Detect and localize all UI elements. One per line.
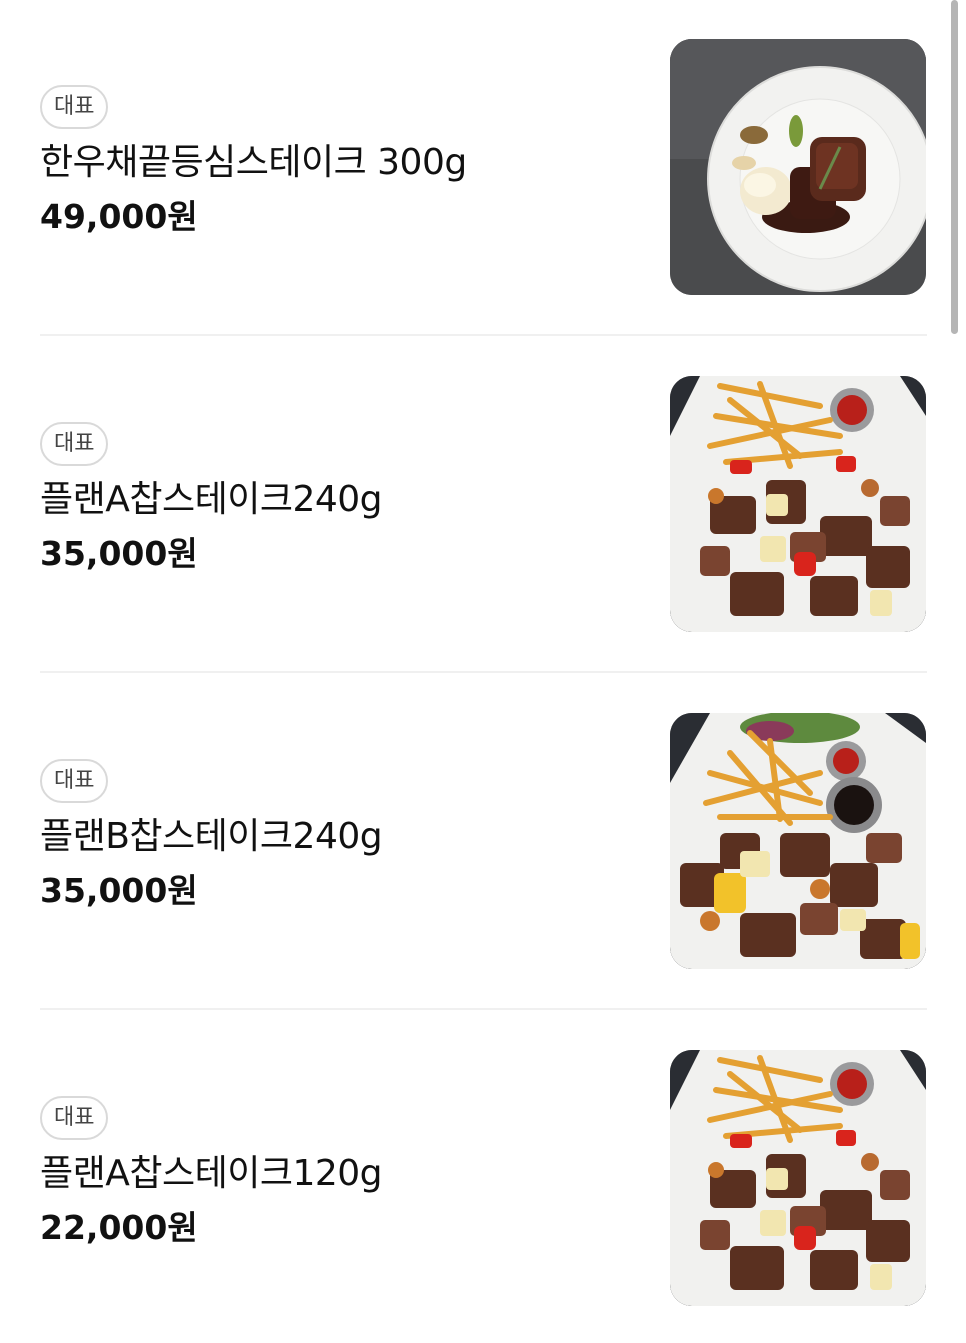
- menu-item[interactable]: 대표 플랜B찹스테이크240g 35,000원: [40, 713, 927, 969]
- menu-item-name: 플랜A찹스테이크240g: [40, 479, 383, 520]
- menu-item[interactable]: 대표 플랜A찹스테이크240g 35,000원: [40, 376, 927, 632]
- menu-item-price: 35,000원: [40, 871, 198, 910]
- chop-steak-photo[interactable]: [670, 376, 926, 632]
- chop-steak-photo[interactable]: [670, 1050, 926, 1306]
- menu-item-price: 49,000원: [40, 197, 198, 236]
- chop-steak-photo[interactable]: [670, 713, 926, 969]
- menu-item-text: 대표 한우채끝등심스테이크 300g 49,000원: [40, 85, 467, 237]
- menu-item-text: 대표 플랜B찹스테이크240g 35,000원: [40, 759, 383, 911]
- divider: [40, 671, 927, 673]
- menu-item-text: 대표 플랜A찹스테이크120g 22,000원: [40, 1096, 383, 1248]
- divider: [40, 334, 927, 336]
- menu-item[interactable]: 대표 한우채끝등심스테이크 300g 49,000원: [40, 39, 927, 295]
- menu-item-price: 35,000원: [40, 534, 198, 573]
- menu-item-name: 플랜A찹스테이크120g: [40, 1153, 383, 1194]
- menu-item-text: 대표 플랜A찹스테이크240g 35,000원: [40, 422, 383, 574]
- scrollbar[interactable]: [951, 0, 958, 334]
- menu-item-name: 한우채끝등심스테이크 300g: [40, 142, 467, 183]
- signature-badge: 대표: [40, 422, 109, 466]
- signature-badge: 대표: [40, 759, 109, 803]
- divider: [40, 1008, 927, 1010]
- menu-item[interactable]: 대표 플랜A찹스테이크120g 22,000원: [40, 1050, 927, 1306]
- signature-badge: 대표: [40, 1096, 109, 1140]
- menu-item-price: 22,000원: [40, 1208, 198, 1247]
- steak-plate-photo[interactable]: [670, 39, 926, 295]
- signature-badge: 대표: [40, 85, 109, 129]
- menu-item-name: 플랜B찹스테이크240g: [40, 816, 383, 857]
